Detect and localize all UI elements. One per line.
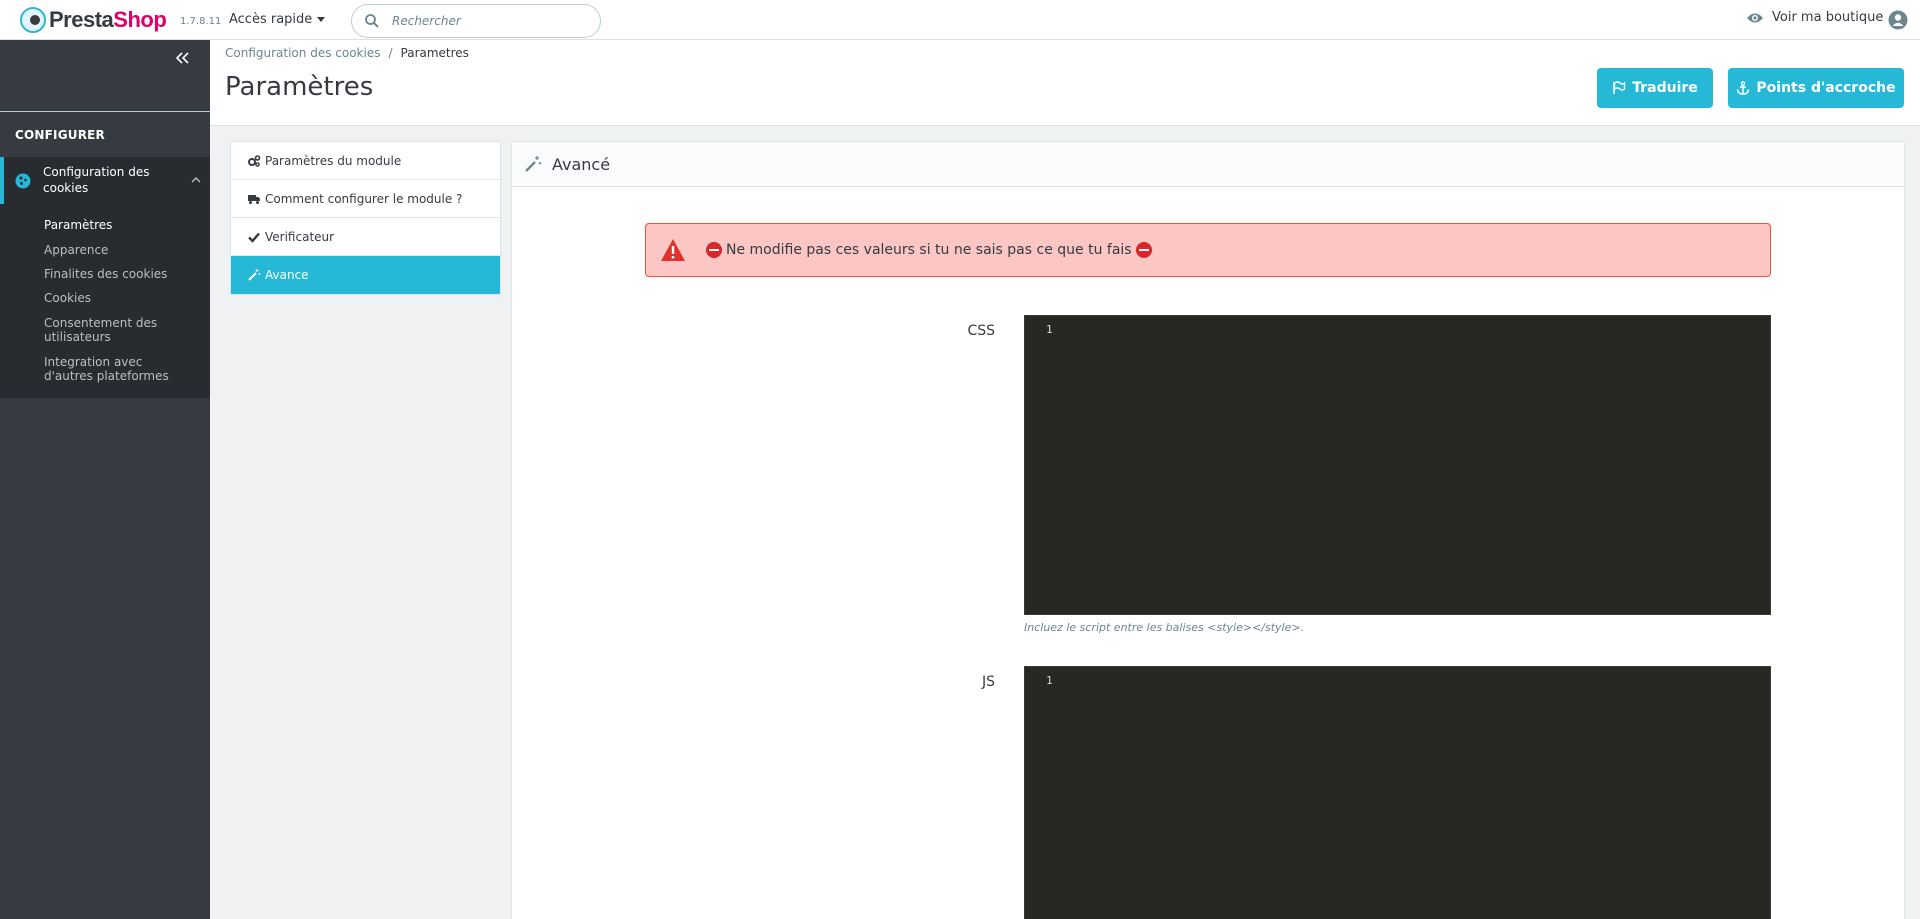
search-icon[interactable] <box>364 13 380 29</box>
brand-name-pink: Shop <box>113 7 167 32</box>
submenu-item-finalites[interactable]: Finalites des cookies <box>44 267 204 281</box>
hooks-button-label: Points d'accroche <box>1756 80 1896 96</box>
sidebar-section-title: CONFIGURER <box>15 128 105 142</box>
view-shop-label: Voir ma boutique <box>1772 10 1884 25</box>
cogs-icon <box>248 154 261 167</box>
tab-label: Verificateur <box>265 229 335 244</box>
tab-module-settings[interactable]: Paramètres du module <box>231 142 500 180</box>
sidebar-divider <box>0 111 210 112</box>
quick-access-label: Accès rapide <box>229 12 313 27</box>
top-header: PrestaShop 1.7.8.11 Accès rapide Voir ma… <box>0 0 1920 40</box>
tab-label: Avance <box>265 268 309 282</box>
warning-triangle-icon <box>661 239 685 261</box>
user-account-icon[interactable] <box>1888 10 1908 30</box>
view-shop-link[interactable]: Voir ma boutique <box>1746 10 1883 25</box>
warning-text: Ne modifie pas ces valeurs si tu ne sais… <box>726 242 1132 258</box>
magic-wand-icon <box>248 269 261 281</box>
line-number: 1 <box>1046 323 1053 336</box>
tab-how-to-configure[interactable]: Comment configurer le module ? <box>231 180 500 218</box>
breadcrumb-current: Parametres <box>400 46 469 60</box>
search-input[interactable] <box>392 14 582 28</box>
submenu-item-consentement[interactable]: Consentement des utilisateurs <box>44 316 164 344</box>
eye-icon <box>1747 13 1763 22</box>
sidebar-submenu: Paramètres Apparence Finalites des cooki… <box>0 204 210 398</box>
collapse-sidebar-icon[interactable] <box>174 50 192 66</box>
anchor-icon <box>1737 81 1750 95</box>
flag-icon <box>1613 81 1626 94</box>
no-entry-icon <box>706 242 722 258</box>
brand-name-dark: Presta <box>49 7 114 32</box>
translate-button-label: Traduire <box>1632 80 1698 96</box>
hooks-button[interactable]: Points d'accroche <box>1728 68 1904 108</box>
prestashop-logo[interactable]: PrestaShop <box>20 7 167 33</box>
caret-down-icon <box>317 17 326 22</box>
panel-header: Avancé <box>512 142 1904 187</box>
line-number: 1 <box>1046 674 1053 687</box>
chevron-up-icon <box>191 177 201 183</box>
submenu-item-parametres[interactable]: Paramètres <box>44 218 204 232</box>
breadcrumb-parent[interactable]: Configuration des cookies <box>225 46 380 60</box>
translate-button[interactable]: Traduire <box>1597 68 1713 108</box>
submenu-item-integration[interactable]: Integration avec d'autres plateformes <box>44 355 194 383</box>
magic-wand-icon <box>525 156 542 172</box>
page-header: Configuration des cookies / Parametres P… <box>210 40 1920 126</box>
js-label: JS <box>981 674 995 690</box>
version-label: 1.7.8.11 <box>180 16 222 27</box>
truck-icon <box>248 194 260 204</box>
page-title: Paramètres <box>225 72 374 102</box>
sidebar: CONFIGURER Configuration des cookies Par… <box>0 40 210 919</box>
puffin-logo-icon <box>20 7 46 33</box>
tab-verificateur[interactable]: Verificateur <box>231 218 500 256</box>
css-code-editor[interactable]: 1 <box>1024 315 1771 615</box>
cookie-icon <box>15 173 31 189</box>
breadcrumb: Configuration des cookies / Parametres <box>225 46 469 60</box>
js-code-editor[interactable]: 1 <box>1024 666 1771 919</box>
panel-title: Avancé <box>552 154 611 174</box>
css-help-text: Incluez le script entre les balises <sty… <box>1024 621 1305 634</box>
sidebar-item-cookie-config[interactable]: Configuration des cookies <box>0 157 210 204</box>
tab-label: Comment configurer le module ? <box>265 191 463 206</box>
tab-avance[interactable]: Avance <box>231 256 500 294</box>
submenu-item-apparence[interactable]: Apparence <box>44 243 204 257</box>
breadcrumb-separator: / <box>388 46 393 60</box>
no-entry-icon <box>1135 242 1152 258</box>
tab-label: Paramètres du module <box>265 153 402 168</box>
warning-alert: Ne modifie pas ces valeurs si tu ne sais… <box>645 223 1771 277</box>
css-label: CSS <box>967 323 995 339</box>
quick-access-dropdown[interactable]: Accès rapide <box>229 12 326 27</box>
module-tabs: Paramètres du module Comment configurer … <box>230 141 501 295</box>
submenu-item-cookies[interactable]: Cookies <box>44 291 204 305</box>
sidebar-item-label: Configuration des cookies <box>43 165 150 195</box>
advanced-panel: Avancé Ne modifie pas ces valeurs si tu … <box>511 141 1905 919</box>
search-box <box>351 4 601 38</box>
check-icon <box>248 232 260 243</box>
